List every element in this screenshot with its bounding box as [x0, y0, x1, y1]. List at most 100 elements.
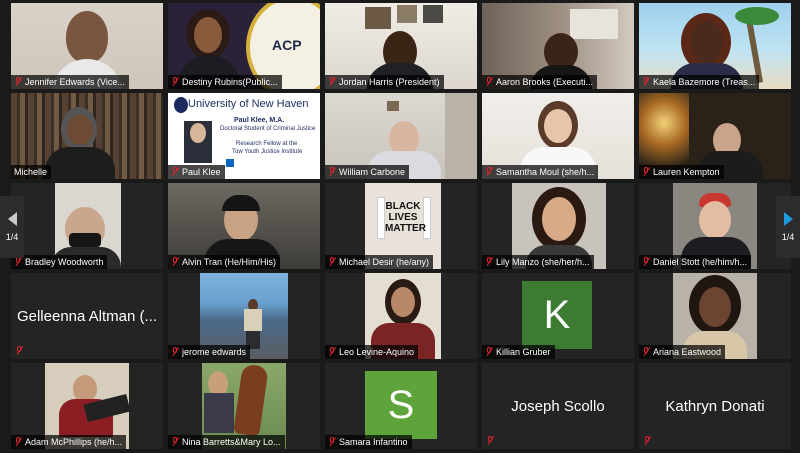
chevron-left-icon — [7, 212, 17, 226]
participant-name: Aaron Brooks (Executi... — [496, 77, 594, 87]
participant-name-label: Samantha Moul (she/h... — [482, 165, 599, 179]
video-tile-camera-off[interactable]: Gelleenna Altman (... — [11, 273, 163, 359]
participant-name: Samara Infantino — [339, 437, 408, 447]
mic-muted-icon — [328, 437, 336, 447]
participant-name: Michael Desir (he/any) — [339, 257, 430, 267]
participant-name: Alvin Tran (He/Him/His) — [182, 257, 277, 267]
participant-name-label: William Carbone — [325, 165, 410, 179]
participant-name: Destiny Rubins(Public... — [182, 77, 278, 87]
participant-name: Samantha Moul (she/h... — [496, 167, 595, 177]
mic-muted-icon — [485, 347, 493, 357]
mic-muted-icon — [171, 167, 179, 177]
participant-name-label: Killian Gruber — [482, 345, 555, 359]
naacp-logo-text: ACP — [272, 37, 302, 53]
page-indicator: 1/4 — [781, 232, 795, 242]
mic-muted-icon — [643, 436, 651, 446]
mic-muted-icon — [171, 437, 179, 447]
video-tile[interactable]: Jennifer Edwards (Vice... — [11, 3, 163, 89]
video-tile[interactable]: ACP Destiny Rubins(Public... — [168, 3, 320, 89]
participant-name-label: Bradley Woodworth — [11, 255, 108, 269]
participant-name: Daniel Stott (he/him/h... — [653, 257, 748, 267]
video-tile[interactable]: Daniel Stott (he/him/h... — [639, 183, 791, 269]
linkedin-icon — [226, 159, 234, 167]
avatar-initial: K — [522, 281, 592, 349]
video-tile[interactable]: Lauren Kempton — [639, 93, 791, 179]
participant-display-name: Joseph Scollo — [511, 397, 605, 415]
mic-muted-icon — [642, 77, 650, 87]
mic-muted-icon — [328, 257, 336, 267]
video-tile[interactable]: Alvin Tran (He/Him/His) — [168, 183, 320, 269]
mic-muted-icon — [642, 347, 650, 357]
previous-page-button[interactable]: 1/4 — [0, 196, 24, 258]
participant-display-name: Gelleenna Altman (... — [16, 307, 158, 325]
participant-name-label: jerome edwards — [168, 345, 251, 359]
mic-muted-icon — [485, 77, 493, 87]
video-tile-active-speaker[interactable]: Jordan Harris (President) — [325, 3, 477, 89]
participant-name-label: Michelle — [11, 165, 52, 179]
video-tile[interactable]: Bradley Woodworth — [11, 183, 163, 269]
mic-muted-icon — [642, 167, 650, 177]
participant-name: Lauren Kempton — [653, 167, 720, 177]
video-tile[interactable]: Aaron Brooks (Executi... — [482, 3, 634, 89]
video-tile[interactable]: Ariana Eastwood — [639, 273, 791, 359]
mic-muted-icon — [485, 257, 493, 267]
participant-name-label: Kaela Bazemore (Treas... — [639, 75, 760, 89]
chevron-right-icon — [783, 212, 793, 226]
card-role: Doctoral Student of Criminal Justice — [220, 126, 316, 132]
participant-name-label: Leo Levine-Aquino — [325, 345, 419, 359]
mic-muted-icon — [486, 436, 494, 446]
card-fellow: Research Fellow at the — [236, 141, 298, 147]
video-tile[interactable]: jerome edwards — [168, 273, 320, 359]
face-mask — [69, 233, 101, 247]
avatar-initial: S — [365, 371, 437, 439]
participant-name-label: Michael Desir (he/any) — [325, 255, 434, 269]
video-tile[interactable]: Lily Manzo (she/her/h... — [482, 183, 634, 269]
participant-name: Leo Levine-Aquino — [339, 347, 415, 357]
mic-muted-icon — [14, 437, 22, 447]
participant-name-label: Alvin Tran (He/Him/His) — [168, 255, 281, 269]
video-tile-camera-off[interactable]: Joseph Scollo — [482, 363, 634, 449]
next-page-button[interactable]: 1/4 — [776, 196, 800, 258]
page-indicator: 1/4 — [5, 232, 19, 242]
participant-name: Killian Gruber — [496, 347, 551, 357]
video-tile[interactable]: Leo Levine-Aquino — [325, 273, 477, 359]
video-tile[interactable]: University of New Haven Paul Klee, M.A. … — [168, 93, 320, 179]
video-tile[interactable]: BLACK LIVES MATTER Michael Desir (he/any… — [325, 183, 477, 269]
participant-name: William Carbone — [339, 167, 406, 177]
participant-name: Ariana Eastwood — [653, 347, 722, 357]
video-tile-camera-off[interactable]: S Samara Infantino — [325, 363, 477, 449]
mic-muted-icon — [328, 77, 336, 87]
participant-name: Lily Manzo (she/her/h... — [496, 257, 590, 267]
participant-name-label: Adam McPhillips (he/h... — [11, 435, 127, 449]
participant-name-label: Lily Manzo (she/her/h... — [482, 255, 594, 269]
participant-name-label: Ariana Eastwood — [639, 345, 726, 359]
participant-name-label: Lauren Kempton — [639, 165, 724, 179]
blm-text-3: MATTER — [385, 223, 426, 234]
mic-muted-icon — [171, 257, 179, 267]
video-tile[interactable]: Samantha Moul (she/h... — [482, 93, 634, 179]
participant-name-label: Jordan Harris (President) — [325, 75, 444, 89]
video-tile-camera-off[interactable]: Kathryn Donati — [639, 363, 791, 449]
participant-name: Bradley Woodworth — [25, 257, 104, 267]
video-grid: Jennifer Edwards (Vice... ACP Destiny Ru… — [11, 3, 791, 450]
participant-name-label: Jennifer Edwards (Vice... — [11, 75, 129, 89]
video-tile[interactable]: William Carbone — [325, 93, 477, 179]
video-tile[interactable]: Kaela Bazemore (Treas... — [639, 3, 791, 89]
mic-muted-icon — [14, 77, 22, 87]
video-tile[interactable]: Nina Barretts&Mary Lo... — [168, 363, 320, 449]
mic-muted-icon — [14, 257, 22, 267]
participant-name-label: Nina Barretts&Mary Lo... — [168, 435, 285, 449]
card-name: Paul Klee, M.A. — [234, 117, 285, 124]
mic-muted-icon — [171, 77, 179, 87]
video-tile[interactable]: Adam McPhillips (he/h... — [11, 363, 163, 449]
participant-name: jerome edwards — [182, 347, 247, 357]
participant-name: Paul Klee — [182, 167, 221, 177]
blm-text-2: LIVES — [388, 212, 418, 223]
participant-name: Jennifer Edwards (Vice... — [25, 77, 125, 87]
video-tile-camera-off[interactable]: K Killian Gruber — [482, 273, 634, 359]
participant-name: Jordan Harris (President) — [339, 77, 440, 87]
participant-name-label: Paul Klee — [168, 165, 225, 179]
video-tile[interactable]: Michelle — [11, 93, 163, 179]
university-logo-text: University of New Haven — [188, 98, 309, 110]
mic-muted-icon — [328, 167, 336, 177]
